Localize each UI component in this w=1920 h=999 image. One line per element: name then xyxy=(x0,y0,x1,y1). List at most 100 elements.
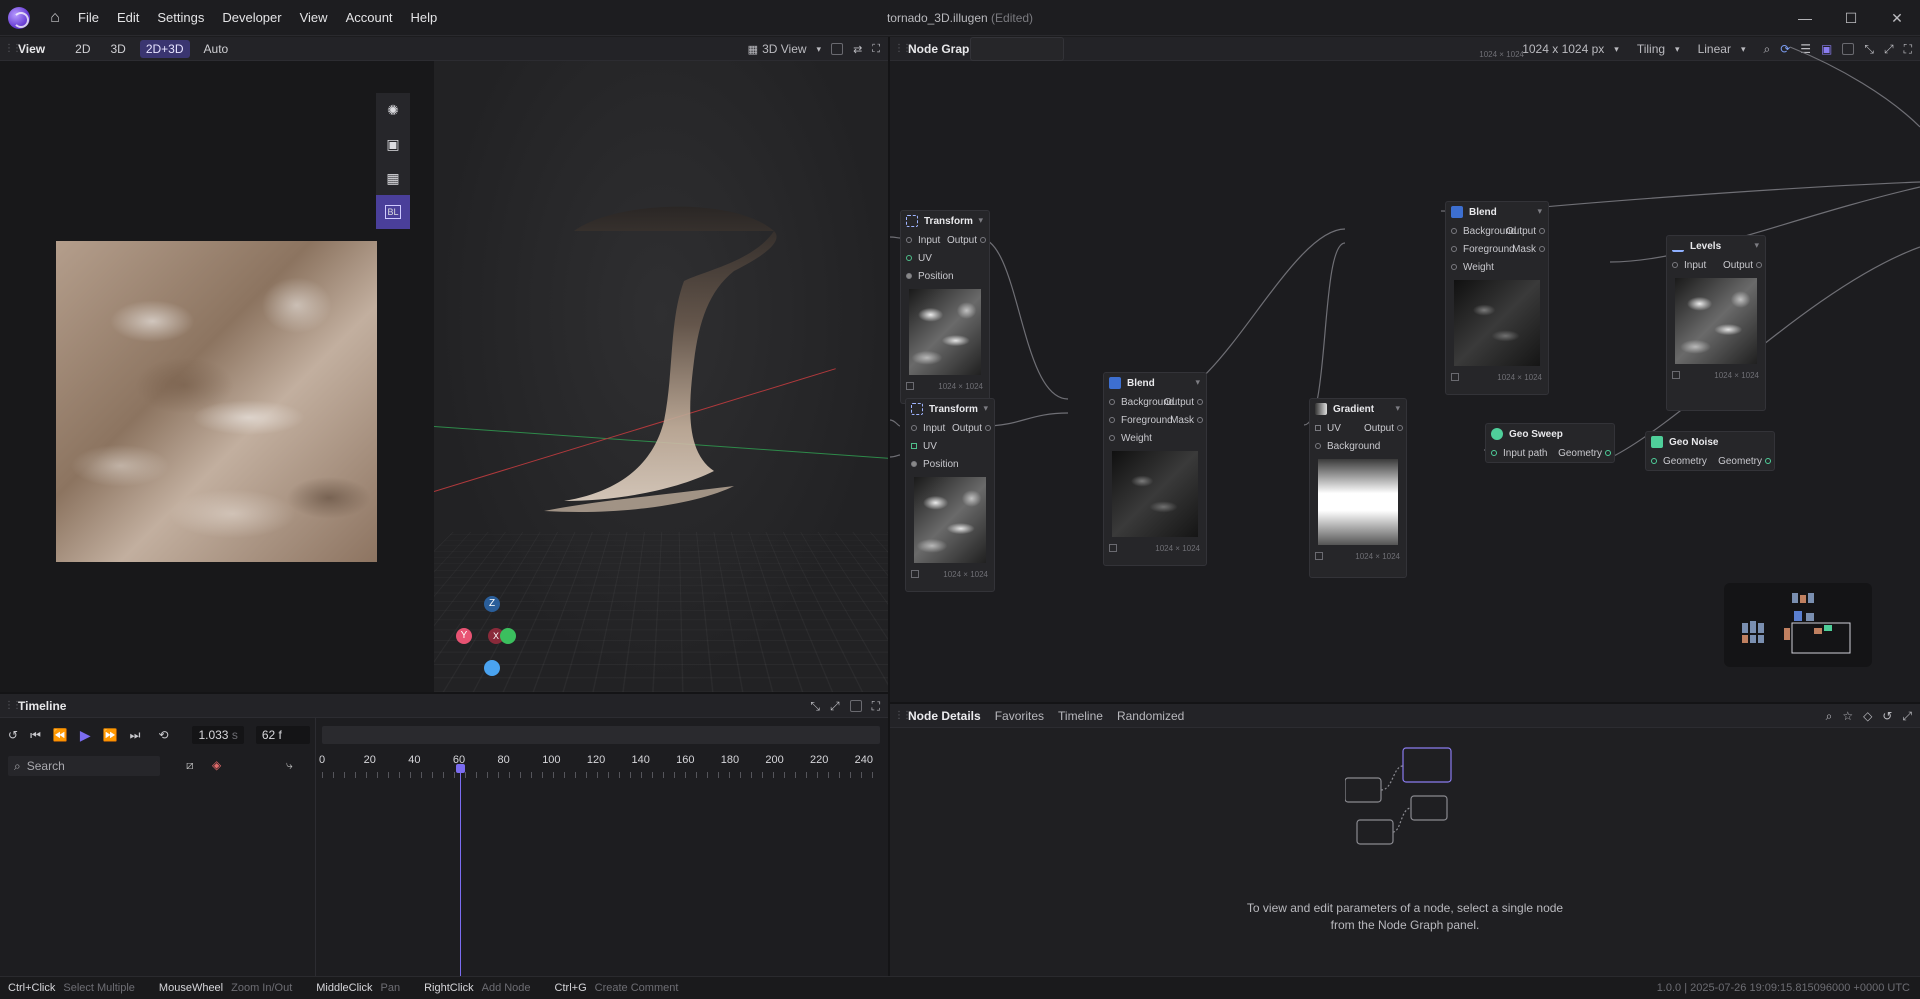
thumbnail-grid-icon[interactable] xyxy=(1315,552,1323,560)
graph-minimap[interactable] xyxy=(1724,583,1872,667)
node-header[interactable]: Gradient xyxy=(1310,399,1406,419)
tab-favorites[interactable]: Favorites xyxy=(995,709,1044,723)
thumbnail-grid-icon[interactable] xyxy=(906,382,914,390)
expand-icon[interactable]: ⤢ xyxy=(830,699,840,714)
port-geometry[interactable]: Geometry Geometry xyxy=(1646,452,1774,470)
node-blend-1[interactable]: Blend ▾ Background Output Foreground Mask … xyxy=(1103,372,1207,566)
node-header[interactable]: Blend xyxy=(1104,373,1206,393)
sparkle-icon[interactable]: ✺ xyxy=(376,93,410,127)
star-icon[interactable]: ☆ xyxy=(1842,709,1853,723)
timeline-range-bar[interactable] xyxy=(322,726,880,744)
node-blend-2[interactable]: Blend ▾ Background Output Foreground Mask … xyxy=(1445,201,1549,395)
port-background[interactable]: Background xyxy=(1310,437,1406,455)
frame-field[interactable]: 62 f xyxy=(255,726,310,744)
port-uv[interactable]: UV xyxy=(901,249,989,267)
chevron-down-icon[interactable]: ▾ xyxy=(1537,206,1542,217)
view-dropdown[interactable]: 3D View xyxy=(762,42,806,56)
grip-icon[interactable]: ⋮⋮ xyxy=(894,710,912,721)
gizmo-z[interactable]: Z xyxy=(484,596,500,612)
square-icon[interactable]: ▣ xyxy=(376,127,410,161)
tab-timeline[interactable]: Timeline xyxy=(1058,709,1103,723)
chevron-down-icon[interactable]: ▾ xyxy=(817,44,822,55)
thumbnail-grid-icon[interactable] xyxy=(1672,371,1680,379)
viewport-2d[interactable]: ✺ ▣ ▦ BL xyxy=(0,61,434,692)
bl-icon[interactable]: BL xyxy=(376,195,410,229)
mode-auto-button[interactable]: Auto xyxy=(198,40,235,58)
node-gradient[interactable]: Gradient ▾ UV Output Background 1024 × 10… xyxy=(1309,398,1407,578)
link-icon[interactable]: ⤷ xyxy=(286,758,293,773)
port-uv[interactable]: UV xyxy=(906,437,994,455)
node-graph-panel[interactable]: ⋮⋮ Node Graph 1024 x 1024 px ▾ Tiling ▾ … xyxy=(890,37,1920,702)
menu-view[interactable]: View xyxy=(300,10,328,25)
chevron-down-icon[interactable]: ▾ xyxy=(978,215,983,226)
node-header[interactable]: Levels xyxy=(1667,236,1765,256)
port-foreground[interactable]: Foreground Mask xyxy=(1104,411,1206,429)
port-position[interactable]: Position xyxy=(906,455,994,473)
keyframe-icon[interactable]: ◈ xyxy=(212,758,221,772)
node-transform-1[interactable]: Transform ▾ Input Output UV Position 1024… xyxy=(900,210,990,404)
reset-icon[interactable]: ↺ xyxy=(1882,709,1892,723)
divider-vertical[interactable] xyxy=(888,37,890,976)
port-position[interactable]: Position xyxy=(901,267,989,285)
grip-icon[interactable]: ⋮⋮ xyxy=(4,43,22,54)
timeline-search[interactable]: ⌕ Search xyxy=(8,756,160,776)
mode-2d-button[interactable]: 2D xyxy=(69,40,96,58)
node-geo-noise[interactable]: Geo Noise Geometry Geometry xyxy=(1645,431,1775,471)
menu-file[interactable]: File xyxy=(78,10,99,25)
divider-horizontal-right[interactable] xyxy=(890,702,1920,704)
node-geo-sweep[interactable]: Geo Sweep Input path Geometry xyxy=(1485,423,1615,463)
gizmo-x[interactable] xyxy=(500,628,516,644)
diamond-icon[interactable]: ◇ xyxy=(1863,709,1872,723)
edit-curve-icon[interactable]: ⧄ xyxy=(186,758,194,773)
lights-icon[interactable] xyxy=(831,43,844,55)
search-icon[interactable]: ⌕ xyxy=(1826,709,1833,724)
port-weight[interactable]: Weight xyxy=(1446,258,1548,276)
playhead[interactable] xyxy=(460,768,462,976)
mode-2d3d-button[interactable]: 2D+3D xyxy=(139,39,190,58)
menu-help[interactable]: Help xyxy=(411,10,438,25)
gizmo-center[interactable] xyxy=(484,660,500,676)
menu-settings[interactable]: Settings xyxy=(157,10,204,25)
divider-horizontal-left[interactable] xyxy=(0,692,888,694)
port-background[interactable]: Background Output xyxy=(1104,393,1206,411)
port-input-path[interactable]: Input path Geometry xyxy=(1486,444,1614,462)
fullscreen-icon[interactable]: ⛶ xyxy=(872,699,880,714)
tab-randomized[interactable]: Randomized xyxy=(1117,709,1184,723)
node-partial-top[interactable] xyxy=(970,37,1064,61)
fullscreen-icon[interactable]: ⛶ xyxy=(872,43,880,56)
menu-developer[interactable]: Developer xyxy=(222,10,281,25)
port-input[interactable]: Input Output xyxy=(1667,256,1765,274)
time-field[interactable]: 1.033 s xyxy=(192,726,244,744)
maximize-icon[interactable]: ☐ xyxy=(1828,0,1874,36)
expand-icon[interactable]: ⤢ xyxy=(1902,709,1912,724)
menu-account[interactable]: Account xyxy=(346,10,393,25)
search-input[interactable]: Search xyxy=(27,759,65,773)
play-icon[interactable]: ▶ xyxy=(80,727,91,744)
viewport-3d[interactable]: Z Y X xyxy=(434,61,888,692)
minimize-icon[interactable]: — xyxy=(1782,0,1828,36)
orientation-gizmo[interactable]: Z Y X xyxy=(444,596,524,686)
swap-icon[interactable]: ⇄ xyxy=(853,43,862,56)
thumbnail-grid-icon[interactable] xyxy=(911,570,919,578)
port-uv[interactable]: UV Output xyxy=(1310,419,1406,437)
node-header[interactable]: Transform xyxy=(906,399,994,419)
port-foreground[interactable]: Foreground Mask xyxy=(1446,240,1548,258)
port-input[interactable]: Input Output xyxy=(906,419,994,437)
node-header[interactable]: Transform xyxy=(901,211,989,231)
node-header[interactable]: Geo Noise xyxy=(1646,432,1774,452)
close-icon[interactable]: ✕ xyxy=(1874,0,1920,36)
thumbnail-grid-icon[interactable] xyxy=(1109,544,1117,552)
chevron-down-icon[interactable]: ▾ xyxy=(983,403,988,414)
step-back-icon[interactable]: ⏪ xyxy=(53,728,68,742)
collapse-icon[interactable]: ⤡ xyxy=(810,699,820,714)
port-weight[interactable]: Weight xyxy=(1104,429,1206,447)
gizmo-y[interactable]: Y xyxy=(456,628,472,644)
node-header[interactable]: Geo Sweep xyxy=(1486,424,1614,444)
tab-node-details[interactable]: Node Details xyxy=(908,709,981,723)
thumbnail-grid-icon[interactable] xyxy=(1451,373,1459,381)
tiles-icon[interactable]: ▦ xyxy=(376,161,410,195)
node-header[interactable]: Blend xyxy=(1446,202,1548,222)
chevron-down-icon[interactable]: ▾ xyxy=(1195,377,1200,388)
node-levels[interactable]: Levels ▾ Input Output 1024 × 1024 xyxy=(1666,235,1766,411)
loop-icon[interactable]: ⟲ xyxy=(158,728,168,742)
